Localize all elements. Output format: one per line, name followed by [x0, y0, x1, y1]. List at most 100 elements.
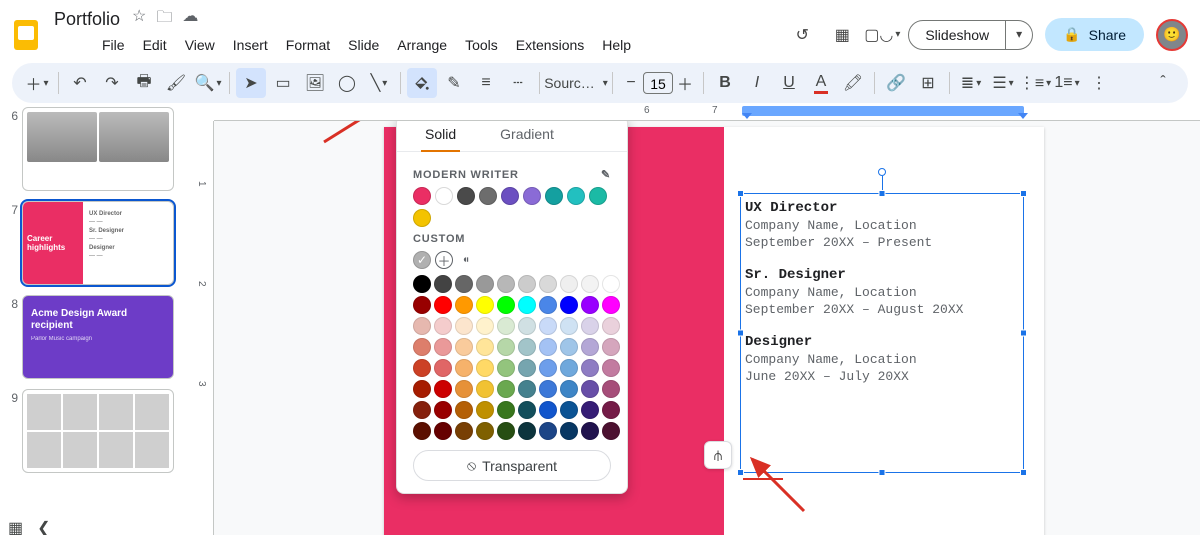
- shape-tool[interactable]: ◯: [332, 68, 362, 98]
- thumb-slide-8[interactable]: Acme Design Award recipient Parlor Music…: [22, 295, 174, 379]
- border-color-button[interactable]: ✎: [439, 68, 469, 98]
- color-swatch[interactable]: [539, 275, 557, 293]
- add-custom-color[interactable]: ＋: [435, 251, 453, 269]
- color-swatch[interactable]: [602, 380, 620, 398]
- color-swatch[interactable]: [581, 380, 599, 398]
- color-swatch[interactable]: [413, 296, 431, 314]
- line-spacing-button[interactable]: ☰▾: [988, 68, 1018, 98]
- thumb-slide-9[interactable]: [22, 389, 174, 473]
- font-size-input[interactable]: 15: [643, 72, 673, 94]
- color-swatch[interactable]: [455, 296, 473, 314]
- tab-solid[interactable]: Solid: [421, 121, 460, 152]
- color-swatch[interactable]: [476, 296, 494, 314]
- font-size-increase[interactable]: ＋: [673, 68, 697, 98]
- color-swatch[interactable]: [581, 275, 599, 293]
- color-swatch[interactable]: [581, 422, 599, 440]
- color-swatch[interactable]: [479, 187, 497, 205]
- color-swatch[interactable]: [413, 187, 431, 205]
- undo-button[interactable]: ↶: [65, 68, 95, 98]
- color-swatch[interactable]: [455, 317, 473, 335]
- resize-handle[interactable]: [737, 190, 744, 197]
- color-swatch[interactable]: [560, 338, 578, 356]
- color-swatch[interactable]: [581, 338, 599, 356]
- resize-handle[interactable]: [879, 469, 886, 476]
- color-swatch[interactable]: [518, 338, 536, 356]
- tab-gradient[interactable]: Gradient: [496, 121, 558, 151]
- color-swatch[interactable]: [434, 275, 452, 293]
- color-swatch[interactable]: [602, 401, 620, 419]
- text-color-button[interactable]: A: [806, 68, 836, 98]
- color-swatch[interactable]: [434, 338, 452, 356]
- color-swatch[interactable]: [581, 401, 599, 419]
- color-swatch[interactable]: [455, 275, 473, 293]
- account-avatar[interactable]: 🙂: [1156, 19, 1188, 51]
- color-swatch[interactable]: [518, 359, 536, 377]
- color-swatch[interactable]: [545, 187, 563, 205]
- color-swatch[interactable]: [581, 359, 599, 377]
- menu-tools[interactable]: Tools: [457, 33, 506, 57]
- color-swatch[interactable]: [413, 401, 431, 419]
- color-swatch[interactable]: [589, 187, 607, 205]
- color-swatch[interactable]: [518, 296, 536, 314]
- color-swatch[interactable]: [539, 422, 557, 440]
- color-swatch[interactable]: [413, 209, 431, 227]
- color-swatch[interactable]: [476, 422, 494, 440]
- resize-handle[interactable]: [737, 330, 744, 337]
- color-swatch[interactable]: [434, 380, 452, 398]
- color-swatch[interactable]: [539, 338, 557, 356]
- new-slide-button[interactable]: ＋▾: [22, 68, 52, 98]
- color-swatch[interactable]: [434, 359, 452, 377]
- collapse-toolbar-button[interactable]: ˆ: [1148, 68, 1178, 98]
- thumb-slide-6[interactable]: [22, 107, 174, 191]
- color-swatch[interactable]: [413, 380, 431, 398]
- color-swatch[interactable]: [602, 275, 620, 293]
- color-swatch[interactable]: [455, 401, 473, 419]
- highlight-button[interactable]: 🖍: [838, 68, 868, 98]
- color-swatch[interactable]: [476, 401, 494, 419]
- resize-handle[interactable]: [879, 190, 886, 197]
- color-swatch[interactable]: [567, 187, 585, 205]
- color-swatch[interactable]: [434, 296, 452, 314]
- color-swatch[interactable]: [497, 380, 515, 398]
- color-swatch[interactable]: [435, 187, 453, 205]
- resize-handle[interactable]: [1020, 469, 1027, 476]
- meet-icon[interactable]: ▢◡▾: [868, 21, 896, 49]
- border-weight-button[interactable]: ≡: [471, 68, 501, 98]
- transparent-button[interactable]: ⦸ Transparent: [413, 450, 611, 481]
- color-swatch[interactable]: [518, 380, 536, 398]
- color-swatch[interactable]: [497, 275, 515, 293]
- numbered-list-button[interactable]: 1≡▾: [1052, 68, 1082, 98]
- color-swatch[interactable]: [497, 317, 515, 335]
- color-swatch[interactable]: [501, 187, 519, 205]
- font-size-decrease[interactable]: −: [619, 68, 643, 98]
- menu-format[interactable]: Format: [278, 33, 338, 57]
- menu-extensions[interactable]: Extensions: [508, 33, 592, 57]
- share-button[interactable]: 🔒 Share: [1045, 18, 1144, 51]
- color-swatch[interactable]: [602, 359, 620, 377]
- border-dash-button[interactable]: ┄: [503, 68, 533, 98]
- motion-chip[interactable]: ⫛: [704, 441, 732, 469]
- color-swatch[interactable]: [476, 359, 494, 377]
- color-swatch[interactable]: [518, 401, 536, 419]
- color-swatch[interactable]: [518, 275, 536, 293]
- color-swatch[interactable]: [497, 401, 515, 419]
- menu-insert[interactable]: Insert: [225, 33, 276, 57]
- color-swatch[interactable]: [539, 296, 557, 314]
- color-swatch[interactable]: [602, 296, 620, 314]
- color-swatch[interactable]: [434, 317, 452, 335]
- color-swatch-custom[interactable]: [413, 251, 431, 269]
- selected-textbox[interactable]: UX Director Company Name, Location Septe…: [740, 193, 1024, 473]
- color-swatch[interactable]: [560, 380, 578, 398]
- color-swatch[interactable]: [413, 275, 431, 293]
- more-button[interactable]: ⋮: [1084, 68, 1114, 98]
- color-swatch[interactable]: [434, 422, 452, 440]
- color-swatch[interactable]: [560, 317, 578, 335]
- color-swatch[interactable]: [518, 317, 536, 335]
- insert-comment-button[interactable]: ⊞: [913, 68, 943, 98]
- move-icon[interactable]: 🗀: [156, 6, 172, 33]
- color-swatch[interactable]: [602, 317, 620, 335]
- redo-button[interactable]: ↷: [97, 68, 127, 98]
- thumb-slide-7[interactable]: Career highlights UX Director— —Sr. Desi…: [22, 201, 174, 285]
- resize-handle[interactable]: [1020, 190, 1027, 197]
- color-swatch[interactable]: [413, 338, 431, 356]
